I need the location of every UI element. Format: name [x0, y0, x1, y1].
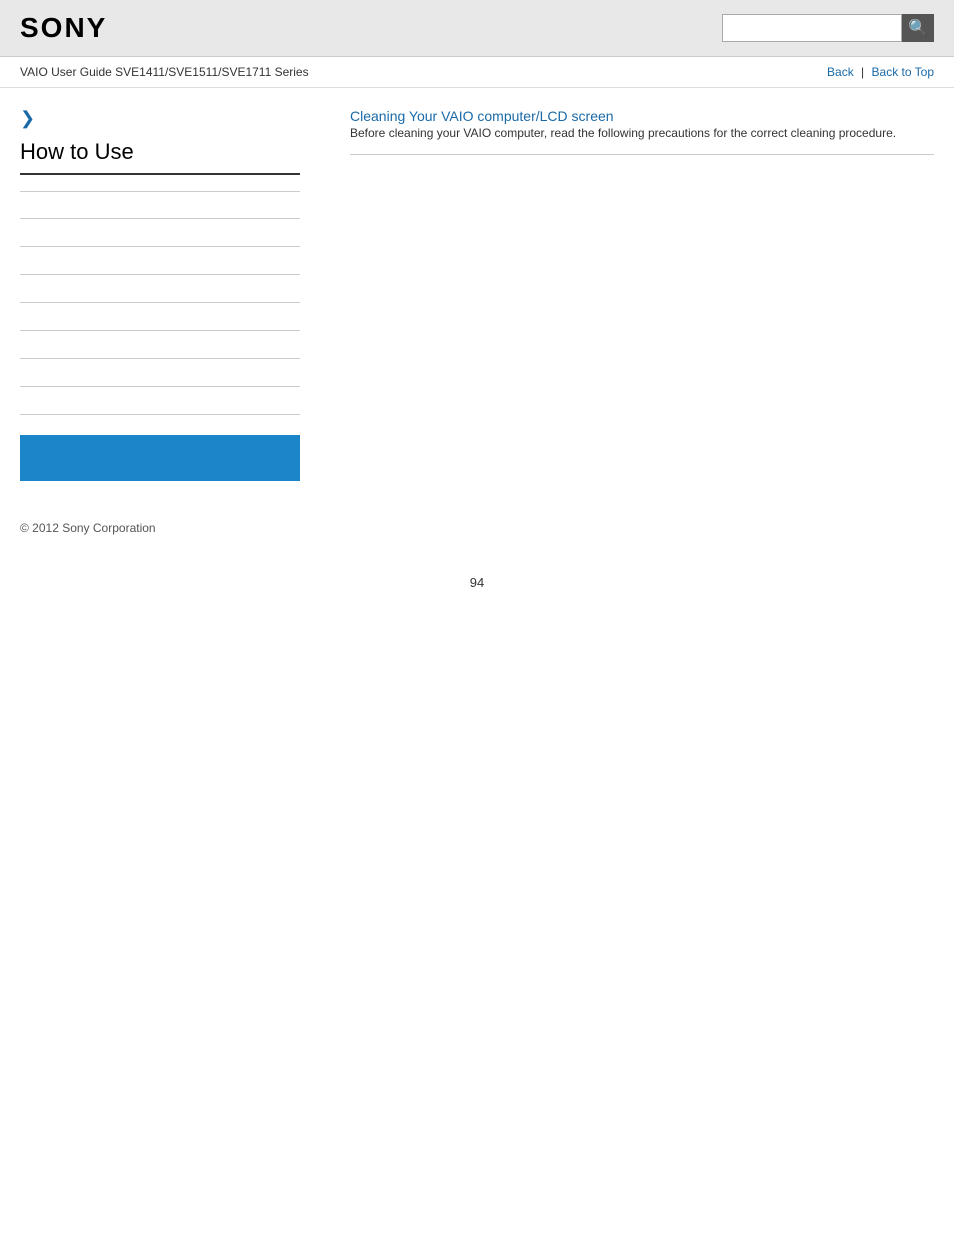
nav-links: Back | Back to Top — [827, 65, 934, 79]
list-item[interactable] — [20, 247, 300, 275]
search-icon: 🔍 — [908, 18, 928, 38]
sony-logo: SONY — [20, 12, 107, 44]
sidebar-title: How to Use — [20, 139, 300, 175]
nav-separator: | — [861, 65, 864, 79]
sidebar: ❯ How to Use — [0, 88, 320, 501]
search-input[interactable] — [722, 14, 902, 42]
list-item[interactable] — [20, 219, 300, 247]
copyright: © 2012 Sony Corporation — [20, 521, 156, 535]
sidebar-arrow[interactable]: ❯ — [20, 108, 300, 129]
list-item[interactable] — [20, 359, 300, 387]
article-title[interactable]: Cleaning Your VAIO computer/LCD screen — [350, 108, 614, 124]
list-item[interactable] — [20, 275, 300, 303]
article-description: Before cleaning your VAIO computer, read… — [350, 124, 934, 155]
navbar: VAIO User Guide SVE1411/SVE1511/SVE1711 … — [0, 57, 954, 88]
search-button[interactable]: 🔍 — [902, 14, 934, 42]
list-item[interactable] — [20, 191, 300, 219]
search-box: 🔍 — [722, 14, 934, 42]
list-item[interactable] — [20, 387, 300, 415]
back-link[interactable]: Back — [827, 65, 854, 79]
back-to-top-link[interactable]: Back to Top — [872, 65, 934, 79]
page-number: 94 — [0, 555, 954, 610]
list-item[interactable] — [20, 331, 300, 359]
sidebar-nav-list — [20, 191, 300, 415]
list-item[interactable] — [20, 303, 300, 331]
sidebar-blue-box[interactable] — [20, 435, 300, 481]
content-area: Cleaning Your VAIO computer/LCD screen B… — [320, 88, 954, 501]
breadcrumb: VAIO User Guide SVE1411/SVE1511/SVE1711 … — [20, 65, 309, 79]
main-content: ❯ How to Use Cleaning Your VAIO computer… — [0, 88, 954, 501]
header: SONY 🔍 — [0, 0, 954, 57]
footer: © 2012 Sony Corporation — [0, 501, 954, 555]
